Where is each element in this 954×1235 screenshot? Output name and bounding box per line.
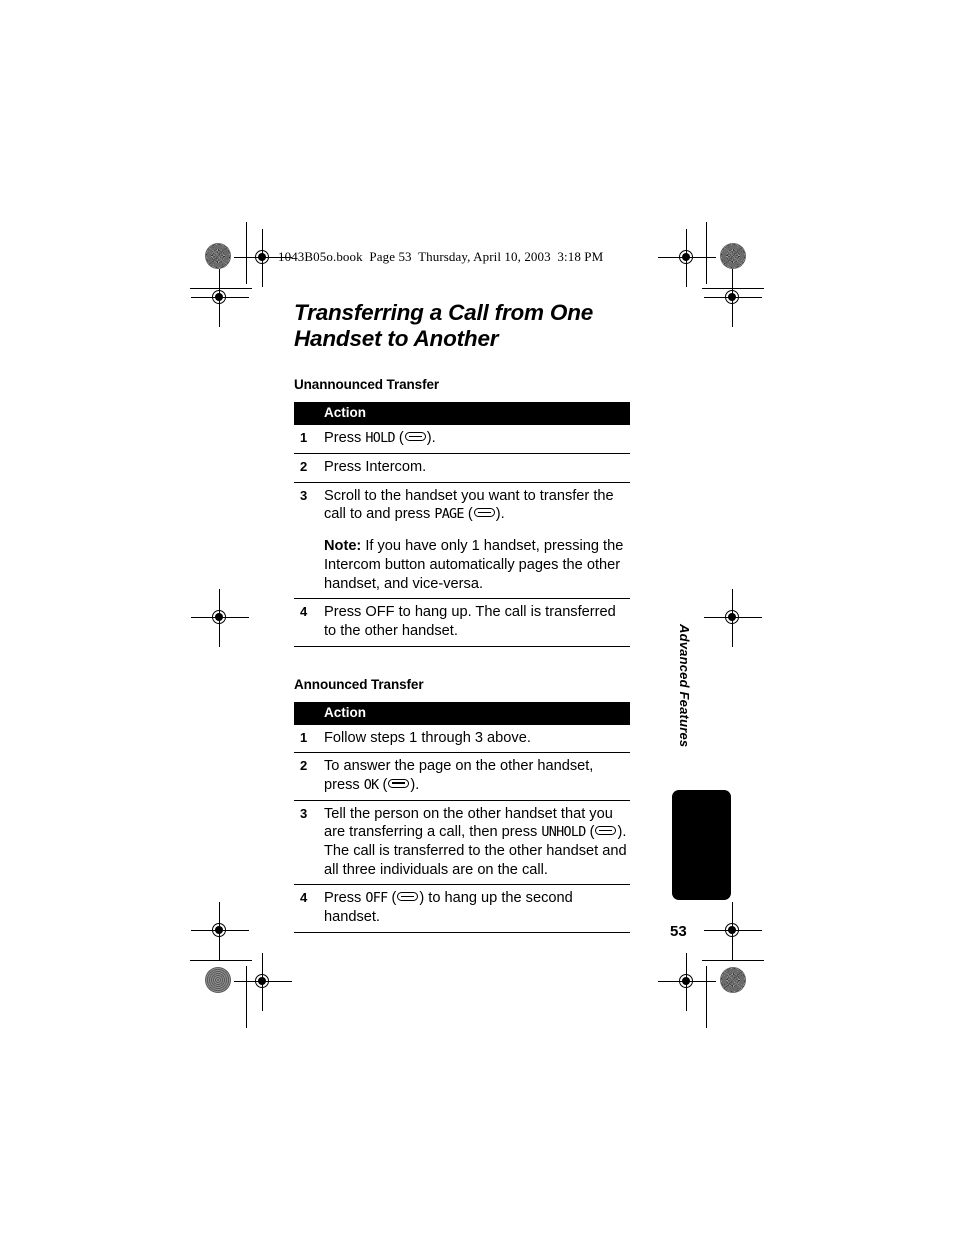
step-number: 1 bbox=[300, 430, 308, 446]
step-text: ). bbox=[495, 506, 505, 523]
step-instruction: Press HOLD (). bbox=[324, 429, 630, 448]
registration-target-lower-left-margin bbox=[191, 902, 249, 960]
step-row: 1 Press HOLD (). bbox=[294, 425, 630, 455]
registration-target-mid-left bbox=[191, 589, 249, 647]
crop-mark-top-right-vertical bbox=[706, 222, 708, 284]
lcd-key-label: HOLD bbox=[365, 431, 395, 447]
step-text: ( bbox=[463, 506, 473, 523]
step-text: ( bbox=[585, 824, 595, 841]
crop-mark-right-lower-horizontal bbox=[702, 960, 764, 962]
softkey-button-icon bbox=[473, 508, 495, 518]
registration-target-lower-right-margin bbox=[704, 902, 762, 960]
lcd-key-label: PAGE bbox=[434, 507, 464, 523]
registration-target-upper-left-margin bbox=[191, 269, 249, 327]
step-row: 3 Scroll to the handset you want to trans… bbox=[294, 483, 630, 600]
column-header-action: Action bbox=[324, 704, 366, 720]
step-text: Press Intercom. bbox=[324, 459, 427, 476]
step-row: 4 Press OFF () to hang up the second hand… bbox=[294, 885, 630, 933]
step-table: Action 1 Press HOLD (). 2 Press Intercom. 3 Sc… bbox=[294, 402, 630, 647]
step-note: Note: If you have only 1 handset, pressi… bbox=[324, 537, 630, 593]
registration-dot-bottom-right bbox=[720, 967, 746, 993]
step-instruction: Press OFF () to hang up the second hands… bbox=[324, 889, 630, 926]
step-number: 1 bbox=[300, 729, 308, 745]
section-heading: Announced Transfer bbox=[294, 676, 424, 692]
sections-container: Unannounced Transfer Action 1 Press HOLD ()… bbox=[294, 377, 634, 933]
step-text: ( bbox=[387, 890, 397, 907]
step-number: 2 bbox=[300, 459, 308, 475]
crop-mark-bottom-right-vertical bbox=[706, 966, 708, 1028]
step-row: 3 Tell the person on the other handset th… bbox=[294, 801, 630, 886]
step-instruction: Follow steps 1 through 3 above. bbox=[324, 729, 630, 748]
step-text: ). bbox=[410, 777, 420, 794]
step-text: Press bbox=[324, 890, 366, 907]
registration-dot-bottom-left bbox=[205, 967, 231, 993]
registration-target-upper-right-margin bbox=[704, 269, 762, 327]
step-text: ). bbox=[426, 430, 436, 447]
softkey-button-icon bbox=[404, 432, 426, 442]
note-text: If you have only 1 handset, pressing the… bbox=[324, 538, 624, 592]
registration-target-top-left bbox=[234, 229, 292, 287]
crop-mark-left-lower-horizontal bbox=[190, 960, 252, 962]
column-header-action: Action bbox=[324, 405, 366, 421]
registration-dot-top-left bbox=[205, 243, 231, 269]
page-number: 53 bbox=[670, 923, 687, 940]
step-body: Follow steps 1 through 3 above. bbox=[324, 729, 630, 748]
registration-target-bottom-right bbox=[658, 953, 716, 1011]
softkey-button-icon bbox=[388, 779, 410, 789]
section-heading: Unannounced Transfer bbox=[294, 377, 440, 393]
side-tab-label: Advanced Features bbox=[677, 624, 692, 748]
step-number: 4 bbox=[300, 604, 308, 620]
step-text: ( bbox=[378, 777, 388, 794]
step-instruction: Press Intercom. bbox=[324, 458, 630, 477]
note-label: Note: bbox=[324, 538, 362, 555]
lcd-key-label: UNHOLD bbox=[541, 825, 586, 841]
step-body: Press HOLD (). bbox=[324, 429, 630, 448]
step-number: 4 bbox=[300, 890, 308, 906]
step-row: 4 Press OFF to hang up. The call is trans… bbox=[294, 599, 630, 647]
step-row: 2 Press Intercom. bbox=[294, 454, 630, 483]
softkey-button-icon bbox=[397, 892, 419, 902]
step-body: Press OFF () to hang up the second hands… bbox=[324, 889, 630, 926]
step-instruction: Scroll to the handset you want to transf… bbox=[324, 487, 630, 524]
step-text: Press OFF to hang up. The call is transf… bbox=[324, 604, 616, 639]
step-body: Scroll to the handset you want to transf… bbox=[324, 487, 630, 593]
step-number: 3 bbox=[300, 487, 308, 503]
registration-target-bottom-left bbox=[234, 953, 292, 1011]
step-number: 3 bbox=[300, 805, 308, 821]
step-instruction: Press OFF to hang up. The call is transf… bbox=[324, 603, 630, 640]
step-instruction: To answer the page on the other handset,… bbox=[324, 757, 630, 794]
step-text: Press bbox=[324, 430, 366, 447]
registration-target-mid-right bbox=[704, 589, 762, 647]
step-table: Action 1 Follow steps 1 through 3 above. 2 T… bbox=[294, 701, 630, 933]
step-number: 2 bbox=[300, 758, 308, 774]
step-instruction: Tell the person on the other handset tha… bbox=[324, 805, 630, 880]
softkey-button-icon bbox=[595, 826, 617, 836]
lcd-key-label: OK bbox=[363, 778, 379, 794]
step-body: Tell the person on the other handset tha… bbox=[324, 805, 630, 880]
step-text: Follow steps 1 through 3 above. bbox=[324, 729, 531, 746]
registration-target-top-right bbox=[658, 229, 716, 287]
page-content: Transferring a Call from One Handset to … bbox=[294, 300, 634, 963]
running-header: 1043B05o.book Page 53 Thursday, April 10… bbox=[278, 249, 604, 264]
lcd-key-label: OFF bbox=[365, 891, 388, 907]
table-header-bar: Action bbox=[294, 701, 630, 725]
step-row: 1 Follow steps 1 through 3 above. bbox=[294, 725, 630, 754]
step-row: 2 To answer the page on the other handset… bbox=[294, 753, 630, 801]
side-tab-block bbox=[672, 790, 731, 900]
step-text: ( bbox=[394, 430, 404, 447]
step-body: Press Intercom. bbox=[324, 458, 630, 477]
registration-dot-top-right bbox=[720, 243, 746, 269]
page-title: Transferring a Call from One Handset to … bbox=[294, 300, 594, 351]
step-body: Press OFF to hang up. The call is transf… bbox=[324, 603, 630, 640]
table-header-bar: Action bbox=[294, 402, 630, 426]
step-body: To answer the page on the other handset,… bbox=[324, 757, 630, 794]
